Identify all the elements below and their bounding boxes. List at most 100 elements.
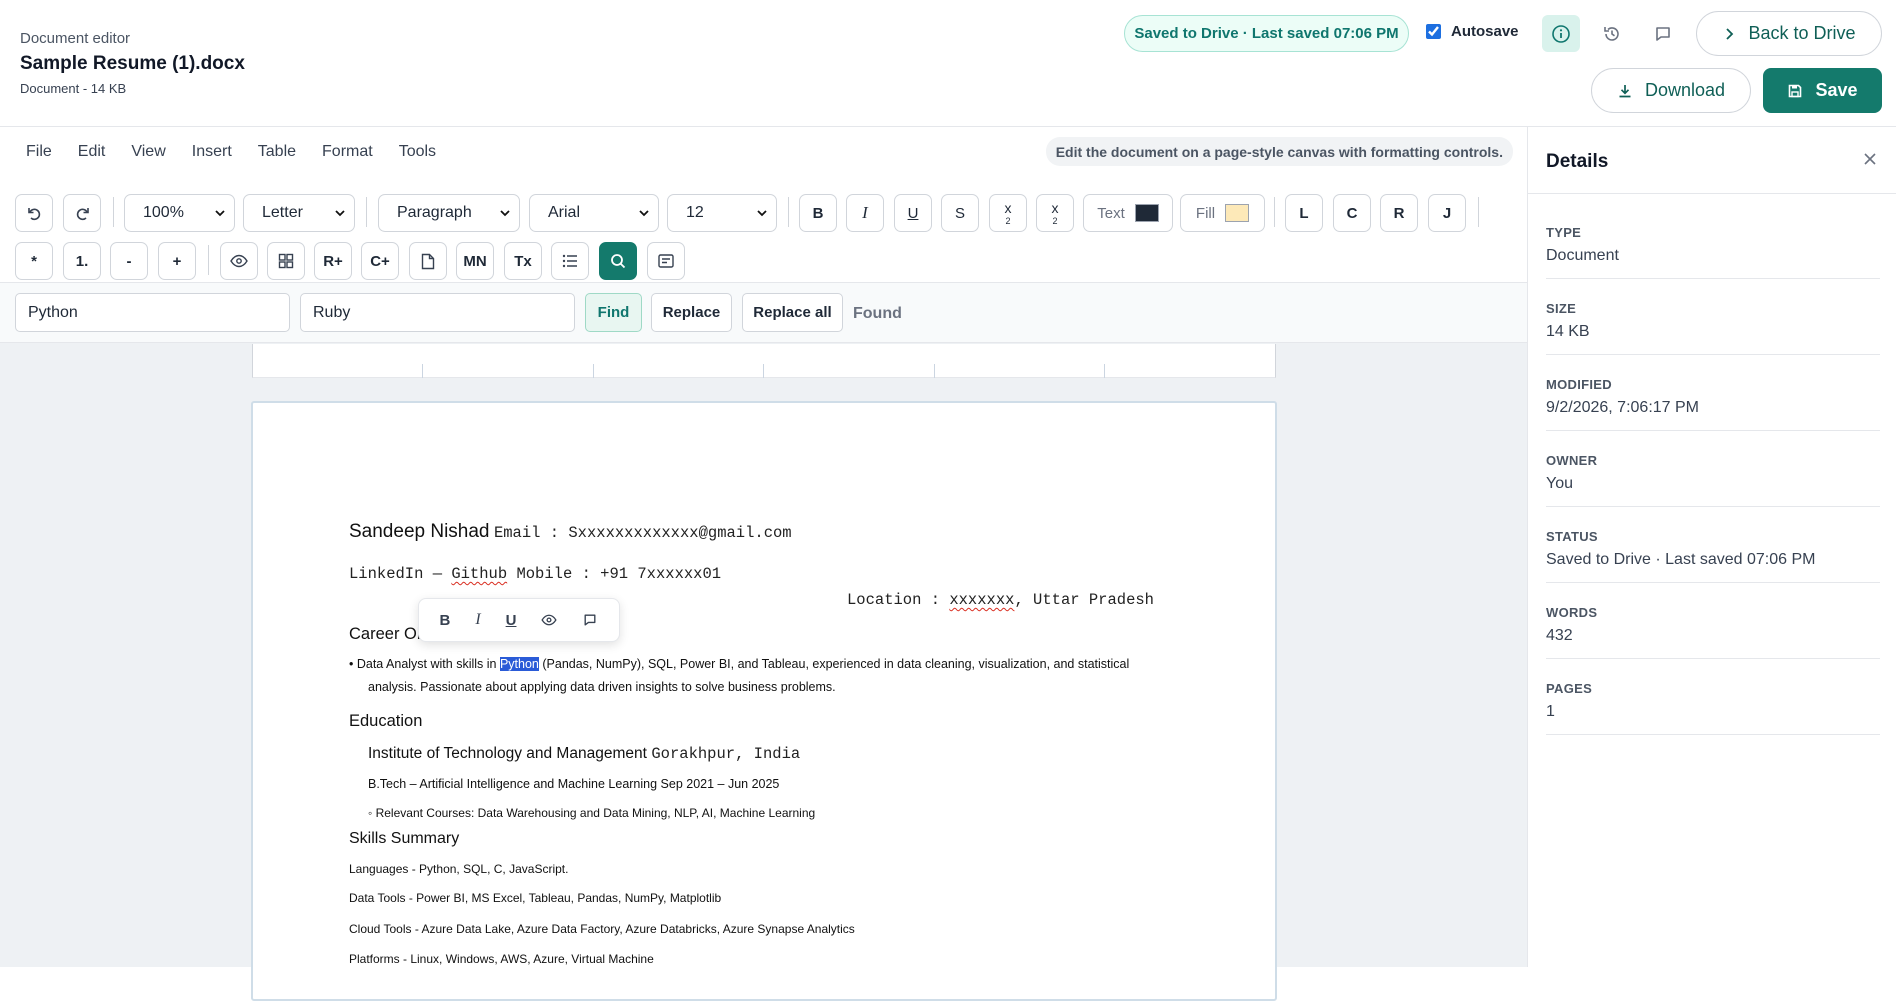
popover-bold-button[interactable]: B bbox=[439, 612, 450, 629]
fill-color-label: Fill bbox=[1195, 204, 1216, 222]
detail-row-modified: MODIFIED 9/2/2026, 7:06:17 PM bbox=[1546, 355, 1880, 431]
close-icon[interactable] bbox=[1862, 151, 1878, 167]
undo-button[interactable] bbox=[15, 194, 53, 232]
comment-icon[interactable] bbox=[582, 612, 598, 628]
align-right-button[interactable]: R bbox=[1380, 194, 1418, 232]
find-button[interactable]: Find bbox=[585, 293, 642, 332]
indent-button[interactable]: + bbox=[158, 242, 196, 280]
italic-button[interactable]: I bbox=[846, 194, 884, 232]
preview-button[interactable] bbox=[220, 242, 258, 280]
align-left-button[interactable]: L bbox=[1285, 194, 1323, 232]
insert-table-button[interactable] bbox=[267, 242, 305, 280]
page-size-select[interactable]: Letter bbox=[243, 194, 355, 232]
subscript-button[interactable]: x 2 bbox=[1036, 194, 1074, 232]
document-icon bbox=[421, 253, 435, 269]
fill-color-picker[interactable]: Fill bbox=[1180, 194, 1265, 232]
outline-button[interactable] bbox=[551, 242, 589, 280]
details-panel: Details TYPE Document SIZE 14 KB MODIFIE… bbox=[1527, 127, 1896, 967]
eye-icon[interactable] bbox=[541, 614, 558, 626]
back-to-drive-button[interactable]: Back to Drive bbox=[1696, 11, 1882, 56]
ruler-tick bbox=[763, 364, 764, 378]
bullet-list-button[interactable]: * bbox=[15, 242, 53, 280]
ruler-tick bbox=[1104, 364, 1105, 378]
menu-bar: File Edit View Insert Table Format Tools… bbox=[0, 127, 1527, 177]
skills-heading: Skills Summary bbox=[349, 830, 460, 847]
font-family-select[interactable]: Arial bbox=[529, 194, 659, 232]
menu-view[interactable]: View bbox=[131, 143, 165, 161]
zoom-select[interactable]: 100% bbox=[124, 194, 235, 232]
search-icon bbox=[611, 254, 626, 269]
notes-button[interactable] bbox=[647, 242, 685, 280]
fill-color-swatch bbox=[1225, 204, 1250, 222]
institute-location: Gorakhpur, India bbox=[651, 745, 801, 763]
menu-insert[interactable]: Insert bbox=[192, 143, 232, 161]
menu-table[interactable]: Table bbox=[258, 143, 296, 161]
redo-button[interactable] bbox=[63, 194, 101, 232]
location-suffix: , Uttar Pradesh bbox=[1014, 591, 1154, 609]
outdent-button[interactable]: - bbox=[110, 242, 148, 280]
page-break-button[interactable] bbox=[409, 242, 447, 280]
block-style-select[interactable]: Paragraph bbox=[378, 194, 520, 232]
menu-tools[interactable]: Tools bbox=[399, 143, 436, 161]
institute-name: Institute of Technology and Management bbox=[368, 745, 647, 762]
align-justify-button[interactable]: J bbox=[1428, 194, 1466, 232]
subscript-x: x bbox=[1051, 199, 1059, 216]
clear-formatting-button[interactable]: Tx bbox=[504, 242, 542, 280]
redo-icon bbox=[76, 207, 89, 220]
menu-edit[interactable]: Edit bbox=[78, 143, 106, 161]
align-center-button[interactable]: C bbox=[1333, 194, 1371, 232]
download-button[interactable]: Download bbox=[1591, 68, 1751, 113]
comments-button[interactable] bbox=[1644, 15, 1682, 52]
document-meta: Document - 14 KB bbox=[20, 81, 127, 96]
save-button[interactable]: Save bbox=[1763, 68, 1882, 113]
contact-location: Location : xxxxxxx, Uttar Pradesh bbox=[847, 591, 1154, 609]
popover-italic-button[interactable]: I bbox=[475, 611, 480, 629]
info-button[interactable] bbox=[1542, 15, 1580, 52]
resume-github: Github bbox=[451, 565, 508, 583]
replace-button[interactable]: Replace bbox=[651, 293, 732, 332]
autosave-toggle[interactable]: Autosave bbox=[1426, 23, 1519, 40]
chevron-down-icon bbox=[500, 210, 510, 217]
detail-row-owner: OWNER You bbox=[1546, 431, 1880, 507]
autosave-checkbox[interactable] bbox=[1426, 24, 1441, 39]
document-page[interactable]: Sandeep Nishad Email : Sxxxxxxxxxxxxx@gm… bbox=[251, 401, 1277, 1001]
history-button[interactable] bbox=[1593, 15, 1631, 52]
institute-line: Institute of Technology and Management G… bbox=[368, 745, 800, 763]
menu-file[interactable]: File bbox=[26, 143, 52, 161]
find-replace-button[interactable] bbox=[599, 242, 637, 280]
find-input[interactable]: Python bbox=[15, 293, 290, 332]
popover-underline-button[interactable]: U bbox=[506, 612, 517, 629]
font-size-select[interactable]: 12 bbox=[667, 194, 777, 232]
replace-all-button[interactable]: Replace all bbox=[742, 293, 843, 332]
insert-row-button[interactable]: R+ bbox=[314, 242, 352, 280]
download-icon bbox=[1619, 84, 1631, 97]
bold-button[interactable]: B bbox=[799, 194, 837, 232]
location-prefix: Location : bbox=[847, 591, 941, 609]
ruler-tick bbox=[593, 364, 594, 378]
chevron-down-icon bbox=[335, 210, 345, 217]
table-grid-icon bbox=[278, 253, 294, 269]
career-heading: Career Ob bbox=[349, 625, 427, 643]
text-color-picker[interactable]: Text bbox=[1083, 194, 1173, 232]
note-icon bbox=[658, 254, 674, 268]
find-status: Found bbox=[853, 305, 902, 322]
monospace-button[interactable]: MN bbox=[456, 242, 494, 280]
comment-icon bbox=[1656, 26, 1670, 41]
strikethrough-button[interactable]: S bbox=[941, 194, 979, 232]
toolbar-divider bbox=[1274, 197, 1275, 227]
superscript-x: x bbox=[1004, 199, 1012, 216]
list-icon bbox=[562, 254, 577, 268]
insert-column-button[interactable]: C+ bbox=[361, 242, 399, 280]
info-icon bbox=[1552, 24, 1570, 43]
editor-hint: Edit the document on a page-style canvas… bbox=[1045, 137, 1513, 166]
detail-row-pages: PAGES 1 bbox=[1546, 659, 1880, 735]
resume-mobile: Mobile : +91 7xxxxxx01 bbox=[516, 565, 722, 583]
detail-row-words: WORDS 432 bbox=[1546, 583, 1880, 659]
save-icon bbox=[1789, 84, 1802, 97]
underline-button[interactable]: U bbox=[894, 194, 932, 232]
menu-format[interactable]: Format bbox=[322, 143, 373, 161]
numbered-list-button[interactable]: 1. bbox=[63, 242, 101, 280]
replace-input[interactable]: Ruby bbox=[300, 293, 575, 332]
eye-icon bbox=[230, 254, 248, 268]
superscript-button[interactable]: x 2 bbox=[989, 194, 1027, 232]
